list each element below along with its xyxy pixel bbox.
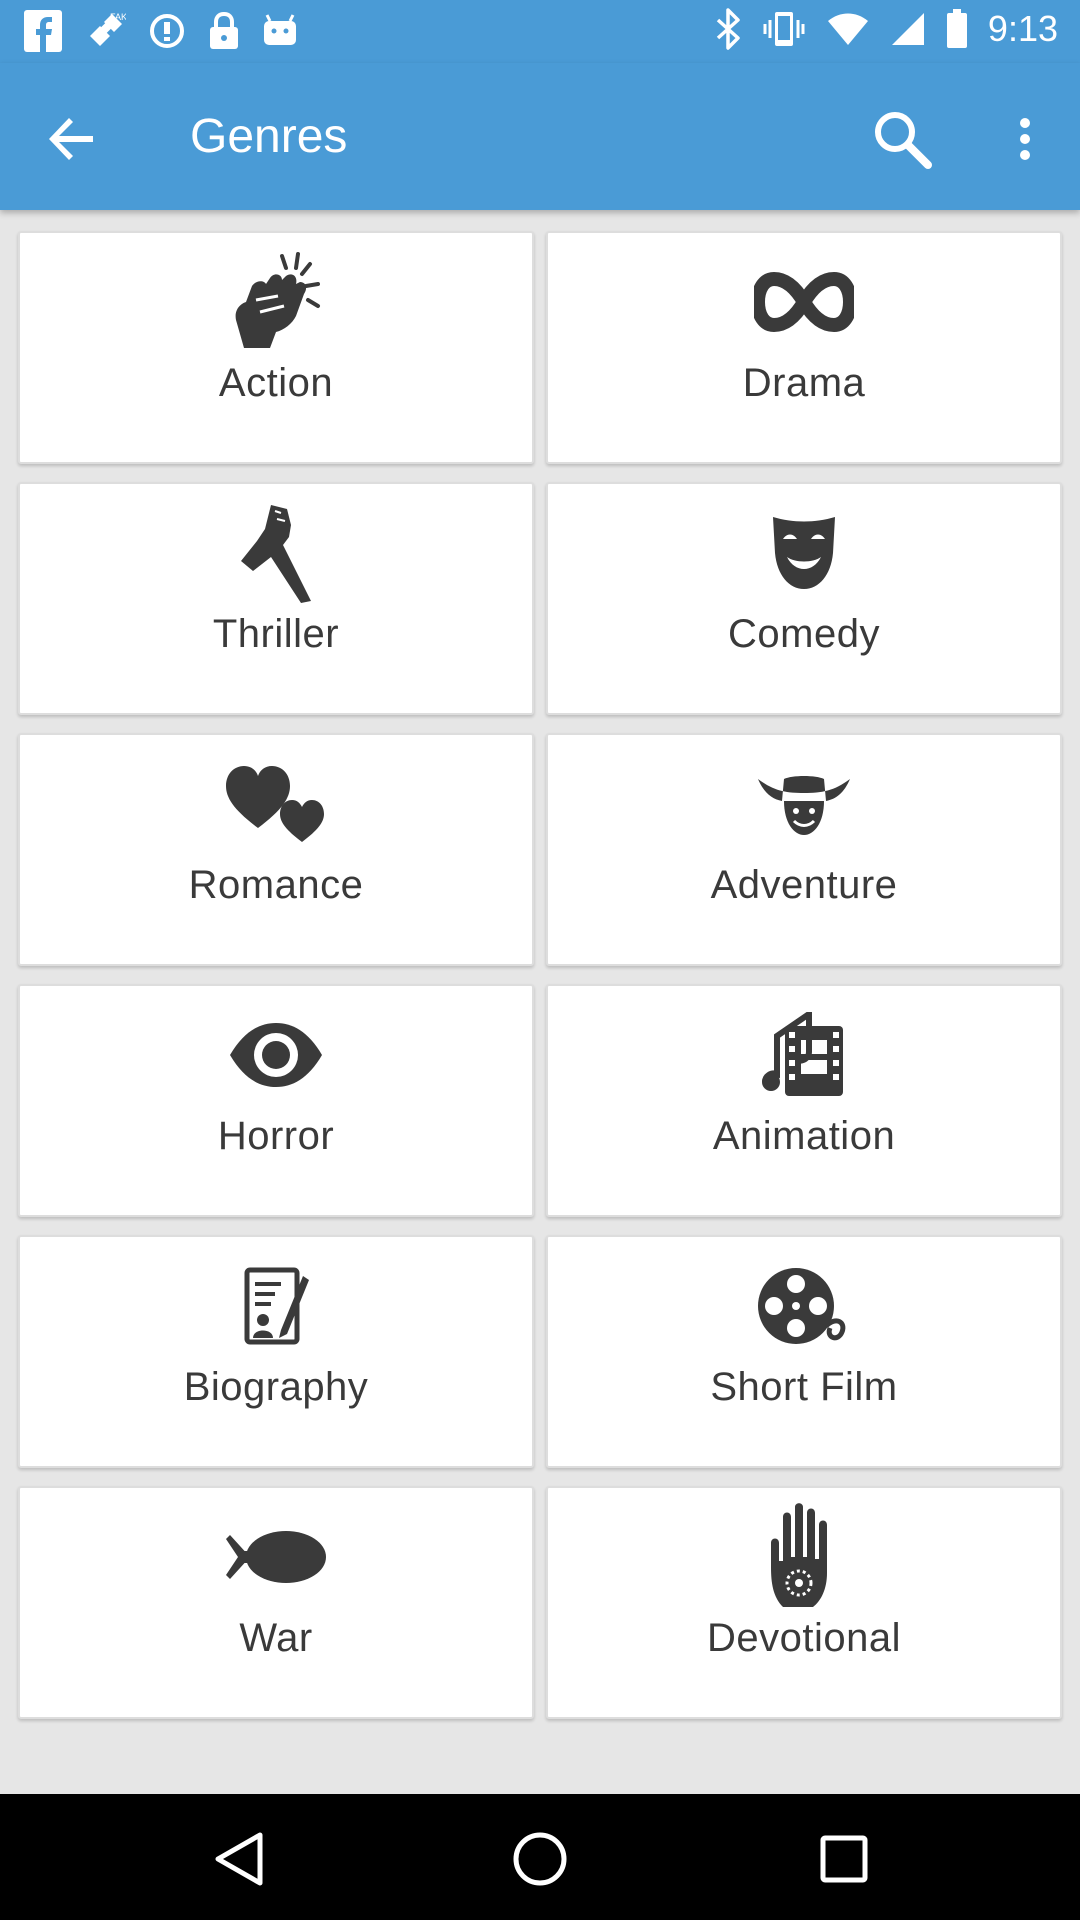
- genre-label: Biography: [183, 1365, 369, 1409]
- genre-card-biography[interactable]: Biography: [18, 1235, 534, 1468]
- genre-label: Animation: [712, 1114, 896, 1158]
- app-bar: Genres: [0, 63, 1080, 210]
- signal-icon: [891, 13, 924, 45]
- infinity-icon: [749, 247, 859, 357]
- genre-label: Adventure: [710, 863, 898, 907]
- genre-card-action[interactable]: Action: [18, 231, 534, 464]
- hamsa-hand-icon: [749, 1502, 859, 1612]
- genre-label: Action: [218, 361, 334, 405]
- nav-back-button[interactable]: [206, 1827, 270, 1891]
- search-icon: [875, 112, 932, 169]
- status-right-icons: 9:13: [714, 8, 1058, 50]
- battery-icon: [946, 9, 967, 48]
- satellite-icon: FAKE: [90, 12, 126, 46]
- nav-back-icon: [215, 1832, 263, 1886]
- film-reel-icon: [749, 1251, 859, 1361]
- data-saver-icon: [150, 14, 184, 48]
- facebook-icon: [24, 10, 62, 52]
- genre-card-romance[interactable]: Romance: [18, 733, 534, 966]
- genre-card-drama[interactable]: Drama: [546, 231, 1062, 464]
- more-options-button[interactable]: [1000, 99, 1050, 179]
- android-icon: [264, 14, 296, 45]
- document-pen-icon: [221, 1251, 331, 1361]
- bluetooth-icon: [716, 8, 740, 50]
- film-music-icon: [749, 1000, 859, 1110]
- system-nav-bar: [0, 1794, 1080, 1920]
- fist-icon: [221, 247, 331, 357]
- arrow-back-icon: [49, 118, 93, 160]
- genre-label: War: [239, 1616, 313, 1660]
- status-time: 9:13: [987, 8, 1058, 49]
- genre-card-horror[interactable]: Horror: [18, 984, 534, 1217]
- genre-card-devotional[interactable]: Devotional: [546, 1486, 1062, 1719]
- status-bar: FAKE: [0, 0, 1080, 63]
- knife-hand-icon: [221, 498, 331, 608]
- genre-card-animation[interactable]: Animation: [546, 984, 1062, 1217]
- nav-home-button[interactable]: [508, 1827, 572, 1891]
- genre-card-thriller[interactable]: Thriller: [18, 482, 534, 715]
- nav-home-icon: [513, 1832, 567, 1886]
- genre-card-short-film[interactable]: Short Film: [546, 1235, 1062, 1468]
- genre-label: Devotional: [706, 1616, 901, 1660]
- genre-card-adventure[interactable]: Adventure: [546, 733, 1062, 966]
- genre-label: Horror: [217, 1114, 335, 1158]
- genre-label: Short Film: [710, 1365, 898, 1409]
- mask-icon: [749, 498, 859, 608]
- nav-recents-icon: [820, 1835, 868, 1883]
- vibrate-icon: [763, 12, 805, 46]
- lock-icon: [210, 11, 238, 49]
- wifi-icon: [827, 13, 868, 45]
- genre-grid: Action Drama Thriller Comedy Romance Adv…: [18, 231, 1062, 1719]
- genre-card-comedy[interactable]: Comedy: [546, 482, 1062, 715]
- search-button[interactable]: [862, 99, 942, 179]
- back-button[interactable]: [36, 103, 108, 175]
- svg-text:FAKE: FAKE: [110, 12, 126, 22]
- hearts-icon: [221, 749, 331, 859]
- eye-icon: [221, 1000, 331, 1110]
- page-title: Genres: [190, 110, 348, 163]
- more-vert-icon: [1020, 118, 1030, 160]
- genre-label: Comedy: [728, 612, 880, 656]
- genre-label: Romance: [188, 863, 364, 907]
- genre-card-war[interactable]: War: [18, 1486, 534, 1719]
- genre-label: Drama: [742, 361, 866, 405]
- bomb-icon: [221, 1502, 331, 1612]
- genre-label: Thriller: [212, 612, 340, 656]
- nav-recents-button[interactable]: [812, 1827, 876, 1891]
- status-left-icons: FAKE: [24, 10, 298, 52]
- cowboy-icon: [749, 749, 859, 859]
